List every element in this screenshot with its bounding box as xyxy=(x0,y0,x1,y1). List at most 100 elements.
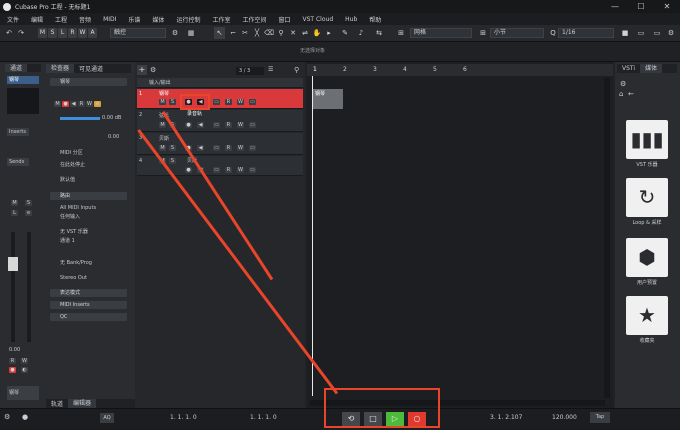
mode-l-button[interactable]: L xyxy=(58,28,67,38)
track-solo-button[interactable]: S xyxy=(169,99,176,105)
undo-icon[interactable]: ↶ xyxy=(4,27,14,39)
midi-mode-dropdown[interactable]: MIDI 分区 xyxy=(50,149,127,157)
track-lock-button[interactable]: ▭ xyxy=(213,122,220,128)
track-read-button[interactable]: R xyxy=(225,167,232,173)
qc-section[interactable]: QC xyxy=(50,313,127,321)
grid-snap-icon[interactable]: ⊞ xyxy=(478,27,488,39)
tab-track[interactable]: 轨道 xyxy=(46,399,68,408)
menu-media[interactable]: 媒体 xyxy=(152,15,164,24)
back-arrow-icon[interactable]: ← xyxy=(628,90,634,98)
mode-a-button[interactable]: A xyxy=(88,28,97,38)
mute-tool-icon[interactable]: ✕ xyxy=(288,27,298,39)
settings-gear-icon[interactable]: ⚙ xyxy=(170,27,180,39)
star-icon[interactable]: ★ xyxy=(626,296,668,335)
track-edit-button[interactable]: ▭ xyxy=(249,99,256,105)
options-gear-icon[interactable]: ⚙ xyxy=(666,27,676,39)
menu-score[interactable]: 乐谱 xyxy=(128,15,140,24)
mode-w-button[interactable]: W xyxy=(78,28,87,38)
inspector-edit-button[interactable]: e xyxy=(94,101,101,107)
strip-write-button[interactable]: W xyxy=(21,358,28,364)
strip-record-button[interactable]: ● xyxy=(9,367,16,373)
expression-section[interactable]: 表达模式 xyxy=(50,289,127,297)
home-icon[interactable]: ⌂ xyxy=(619,90,623,98)
vertical-scrollbar[interactable] xyxy=(604,78,610,398)
inspector-write-button[interactable]: W xyxy=(86,101,93,107)
volume-slider[interactable] xyxy=(60,117,100,120)
piano-icon[interactable]: ▮▮▮ xyxy=(626,120,668,159)
glue-tool-icon[interactable]: ╳ xyxy=(252,27,262,39)
redo-icon[interactable]: ↷ xyxy=(16,27,26,39)
edit-button[interactable]: e xyxy=(25,210,32,216)
track-monitor-button[interactable]: ◀ xyxy=(197,122,204,128)
solo-button[interactable]: S xyxy=(25,200,32,206)
menu-transport[interactable]: 运行控制 xyxy=(176,15,200,24)
timeline-ruler[interactable] xyxy=(307,64,613,76)
track-read-button[interactable]: R xyxy=(225,145,232,151)
mute-button[interactable]: M xyxy=(11,200,18,206)
quantize-icon[interactable]: Q xyxy=(548,27,558,39)
track-row-track3[interactable]: 3 贝斯 M S ● ◀ ▭ R W ▭ xyxy=(137,133,303,155)
play-tool-icon[interactable]: ▸ xyxy=(324,27,334,39)
track-edit-button[interactable]: ▭ xyxy=(249,167,256,173)
track-solo-button[interactable]: S xyxy=(169,158,176,164)
metronome-icon[interactable]: ● xyxy=(22,413,28,421)
inserts-label[interactable]: Inserts xyxy=(7,128,29,136)
track-lock-button[interactable]: ▭ xyxy=(213,145,220,151)
midi-input-dropdown[interactable]: All MIDI Inputs xyxy=(50,204,127,212)
track-monitor-button[interactable]: ◀ xyxy=(197,145,204,151)
track-edit-button[interactable]: ▭ xyxy=(249,145,256,151)
strip-read-button[interactable]: R xyxy=(9,358,16,364)
menu-midi[interactable]: MIDI xyxy=(103,16,116,23)
menu-vst-cloud[interactable]: VST Cloud xyxy=(303,16,334,23)
track-lock-button[interactable]: ▭ xyxy=(213,99,220,105)
layout-icon[interactable]: ▭ xyxy=(636,27,646,39)
track-solo-button[interactable]: S xyxy=(169,145,176,151)
time-warp-icon[interactable]: ⇌ xyxy=(300,27,310,39)
midi-inserts-section[interactable]: MIDI Inserts xyxy=(50,301,127,309)
tempo-display[interactable]: 120.000 xyxy=(552,414,577,421)
split-tool-icon[interactable]: ✂ xyxy=(240,27,250,39)
window-layout-icon[interactable]: ▭ xyxy=(652,27,662,39)
maximize-button[interactable]: ☐ xyxy=(628,0,654,13)
menu-file[interactable]: 文件 xyxy=(7,15,19,24)
tab-vsti[interactable]: VSTi xyxy=(617,65,640,72)
mode-r-button[interactable]: R xyxy=(68,28,77,38)
menu-workspaces[interactable]: 工作空间 xyxy=(242,15,266,24)
quantize-dropdown[interactable]: 1/16 xyxy=(558,28,614,38)
color-tool-icon[interactable]: ✎ xyxy=(340,27,350,39)
user-preset-icon[interactable]: ⬢ xyxy=(626,238,668,277)
tap-tempo-button[interactable]: Tap xyxy=(590,412,610,423)
tab-inspector[interactable]: 检查器 xyxy=(46,64,75,73)
menu-window[interactable]: 窗口 xyxy=(278,15,290,24)
left-locator[interactable]: 1. 1. 1. 0 xyxy=(170,414,197,421)
track-record-enable-button[interactable]: ● xyxy=(185,167,192,173)
speaker-icon[interactable]: ♪ xyxy=(356,27,366,39)
settings-gear-icon[interactable]: ⚙ xyxy=(620,80,626,88)
track-row-piano[interactable]: 1 钢琴 M S ● ◀ ▭ R W ▭ xyxy=(137,89,303,109)
automation-dropdown[interactable]: 默认值 xyxy=(50,176,127,184)
auto-quantize-button[interactable]: AQ xyxy=(100,413,114,423)
mode-s-button[interactable]: S xyxy=(48,28,57,38)
strip-monitor-button[interactable]: ◐ xyxy=(21,367,28,373)
track-search-icon[interactable]: ⚲ xyxy=(294,66,299,74)
midi-event[interactable]: 钢琴 xyxy=(313,89,343,109)
hand-tool-icon[interactable]: ✋ xyxy=(312,27,322,39)
minimize-button[interactable]: — xyxy=(602,0,628,13)
track-options-icon[interactable]: ☰ xyxy=(268,66,273,73)
routing-section[interactable]: 路由 xyxy=(50,192,127,200)
input-stop-dropdown[interactable]: 在此处停止 xyxy=(50,161,127,169)
track-edit-button[interactable]: ▭ xyxy=(249,122,256,128)
zoom-tool-icon[interactable]: ⚲ xyxy=(276,27,286,39)
range-tool-icon[interactable]: ⌐ xyxy=(228,27,238,39)
add-track-button[interactable]: + xyxy=(137,65,147,75)
menu-audio[interactable]: 音频 xyxy=(79,15,91,24)
grid-type-dropdown[interactable]: 小节 xyxy=(490,28,544,38)
inspector-record-button[interactable]: ● xyxy=(62,101,69,107)
close-button[interactable]: ✕ xyxy=(654,0,680,13)
grid-icon[interactable]: ▦ xyxy=(186,27,196,39)
inspector-monitor-button[interactable]: ◀ xyxy=(70,101,77,107)
link-icon[interactable]: ⇆ xyxy=(374,27,384,39)
inspector-mute-button[interactable]: M xyxy=(54,101,61,107)
instrument-dropdown[interactable]: 无 VST 乐器 xyxy=(50,228,127,236)
snap-toggle-icon[interactable]: ⊞ xyxy=(396,27,406,39)
